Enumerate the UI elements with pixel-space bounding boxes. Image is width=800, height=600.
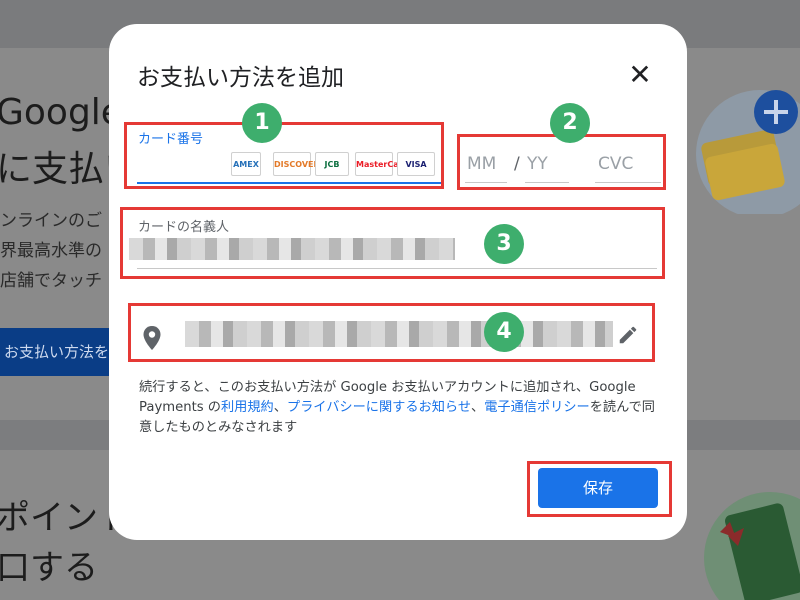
background-add-payment-button: お支払い方法を [0,328,118,376]
terms-text: 、 [471,400,485,415]
dialog-title: お支払い方法を追加 [137,65,344,91]
highlight-expiry-cvc [457,134,666,190]
highlight-cardholder [120,207,665,279]
terms-notice: 続行すると、このお支払い方法が Google お支払いアカウントに追加され、Go… [139,378,659,438]
privacy-notice-link[interactable]: プライバシーに関するお知らせ [287,400,471,415]
background-body-line: ンラインのご [0,211,102,231]
background-body-line: 界最高水準の [0,241,102,261]
step-badge-2: 2 [550,103,590,143]
highlight-save-button [527,461,672,517]
terms-of-service-link[interactable]: 利用規約 [221,400,274,415]
background-points-line2: 口する [0,548,98,588]
electronic-communications-policy-link[interactable]: 電子通信ポリシー [484,400,590,415]
step-badge-3: 3 [484,224,524,264]
background-title-line1: Google [0,92,123,133]
background-body-line: 店舗でタッチ [0,271,102,291]
highlight-card-number [124,122,444,189]
highlight-address [128,303,655,362]
gift-card-illustration [704,492,800,600]
step-badge-4: 4 [484,312,524,352]
step-badge-1: 1 [242,103,282,143]
card-add-illustration [696,90,800,214]
terms-text: 、 [273,400,287,415]
close-icon[interactable]: ✕ [623,58,657,92]
